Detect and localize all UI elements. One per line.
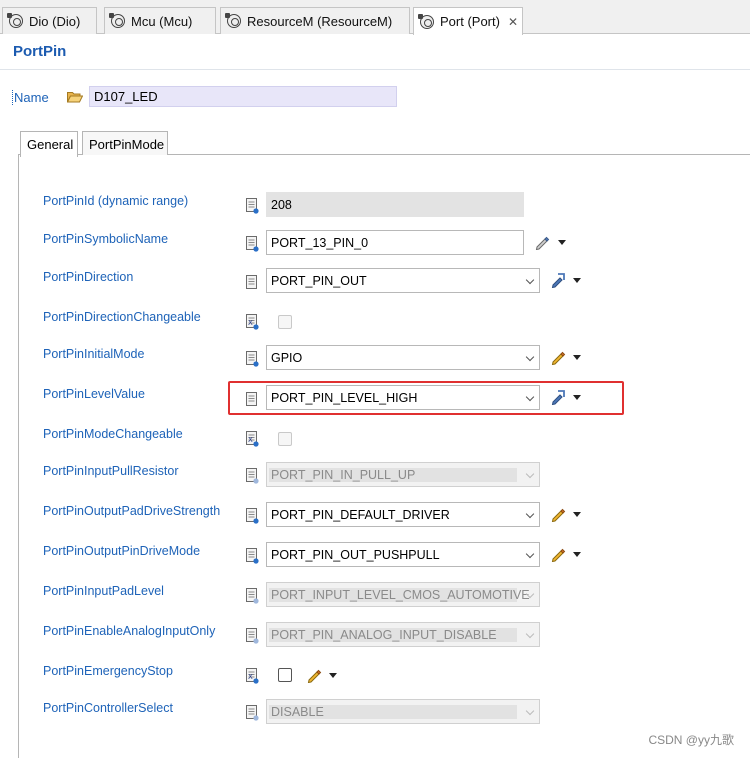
boolean-param-icon: X (246, 668, 259, 684)
field-value: PORT_INPUT_LEVEL_CMOS_AUTOMOTIVE (269, 588, 530, 602)
editor-tab-label: Mcu (Mcu) (131, 13, 193, 29)
pencil-icon[interactable] (550, 546, 566, 562)
chevron-down-icon[interactable] (573, 278, 581, 283)
page-title: PortPin (13, 43, 67, 60)
field-label: PortPinSymbolicName (43, 232, 169, 246)
editor-tab-dio[interactable]: Dio (Dio) (2, 7, 97, 34)
tab-portpinmode[interactable]: PortPinMode (82, 131, 168, 156)
chevron-down-icon[interactable] (329, 673, 337, 678)
config-class-icon (246, 548, 259, 564)
folder-open-icon[interactable] (67, 91, 83, 103)
editor-tab-resourcem[interactable]: ResourceM (ResourceM) (220, 7, 410, 34)
field-label: PortPinOutputPadDriveStrength (43, 504, 221, 518)
watermark-text: CSDN @yy九歌 (648, 733, 734, 747)
directionchangeable-checkbox[interactable] (278, 315, 292, 329)
field-label: PortPinModeChangeable (43, 427, 183, 441)
chevron-down-icon[interactable] (573, 512, 581, 517)
name-label: Name (12, 90, 49, 105)
field-label: PortPinOutputPinDriveMode (43, 544, 201, 558)
field-label: PortPinEnableAnalogInputOnly (43, 624, 216, 638)
svg-text:X: X (248, 319, 253, 327)
module-icon (418, 13, 434, 29)
portpinid-field: 208 (266, 192, 524, 217)
svg-text:X: X (248, 436, 253, 444)
pencil-link-icon[interactable] (550, 272, 566, 288)
initialmode-select[interactable]: GPIO (266, 345, 540, 370)
svg-text:X: X (248, 673, 253, 681)
emergencystop-checkbox[interactable] (278, 668, 292, 682)
chevron-down-icon[interactable] (573, 355, 581, 360)
module-icon (225, 13, 241, 28)
chevron-down-icon[interactable] (573, 552, 581, 557)
inner-tab-bar: General PortPinMode (18, 130, 750, 157)
editor-tab-label: ResourceM (ResourceM) (247, 13, 393, 29)
field-value: PORT_PIN_IN_PULL_UP (269, 468, 517, 482)
chevron-down-icon[interactable] (558, 240, 566, 245)
editor-tab-label: Port (Port) (440, 14, 500, 29)
inputpullresistor-select[interactable]: PORT_PIN_IN_PULL_UP (266, 462, 540, 487)
config-param-icon (246, 275, 257, 289)
outputpindrivemode-select[interactable]: PORT_PIN_OUT_PUSHPULL (266, 542, 540, 567)
config-class-icon (246, 705, 259, 721)
name-input[interactable]: D107_LED (89, 86, 397, 107)
controllerselect-select[interactable]: DISABLE (266, 699, 540, 724)
pencil-icon[interactable] (306, 667, 322, 683)
field-label: PortPinDirectionChangeable (43, 310, 201, 324)
config-class-icon (246, 236, 259, 252)
config-class-icon (246, 468, 259, 484)
inputpadlevel-select[interactable]: PORT_INPUT_LEVEL_CMOS_AUTOMOTIVE (266, 582, 540, 607)
field-label: PortPinInputPullResistor (43, 464, 179, 478)
field-label: PortPinInitialMode (43, 347, 145, 361)
close-icon[interactable]: ✕ (508, 15, 518, 29)
modechangeable-checkbox[interactable] (278, 432, 292, 446)
field-label: PortPinId (dynamic range) (43, 194, 189, 208)
pencil-icon[interactable] (550, 349, 566, 365)
config-class-icon (246, 628, 259, 644)
editor-tab-bar: Dio (Dio) Mcu (Mcu) ResourceM (ResourceM… (0, 0, 750, 35)
divider (0, 69, 750, 70)
config-class-icon (246, 351, 259, 367)
field-label: PortPinDirection (43, 270, 134, 284)
field-label: PortPinInputPadLevel (43, 584, 164, 598)
outputpaddrivestrength-select[interactable]: PORT_PIN_DEFAULT_DRIVER (266, 502, 540, 527)
highlight-box (228, 381, 624, 415)
symbolicname-input[interactable]: PORT_13_PIN_0 (266, 230, 524, 255)
field-label: PortPinLevelValue (43, 387, 145, 401)
tab-general[interactable]: General (20, 131, 78, 157)
enableanaloginputonly-select[interactable]: PORT_PIN_ANALOG_INPUT_DISABLE (266, 622, 540, 647)
editor-tab-port[interactable]: Port (Port) ✕ (413, 7, 523, 35)
boolean-param-icon: X (246, 314, 259, 330)
field-label: PortPinControllerSelect (43, 701, 173, 715)
field-value: PORT_PIN_ANALOG_INPUT_DISABLE (269, 628, 517, 642)
config-class-icon (246, 588, 259, 604)
pencil-icon[interactable] (534, 234, 550, 250)
direction-select[interactable]: PORT_PIN_OUT (266, 268, 540, 293)
boolean-param-icon: X (246, 431, 259, 447)
pencil-icon[interactable] (550, 506, 566, 522)
config-class-icon (246, 198, 259, 214)
editor-tab-mcu[interactable]: Mcu (Mcu) (104, 7, 216, 34)
field-label: PortPinEmergencyStop (43, 664, 173, 678)
field-value: DISABLE (269, 705, 517, 719)
config-class-icon (246, 508, 259, 524)
module-icon (109, 13, 125, 28)
module-icon (7, 13, 23, 28)
editor-tab-label: Dio (Dio) (29, 13, 81, 29)
